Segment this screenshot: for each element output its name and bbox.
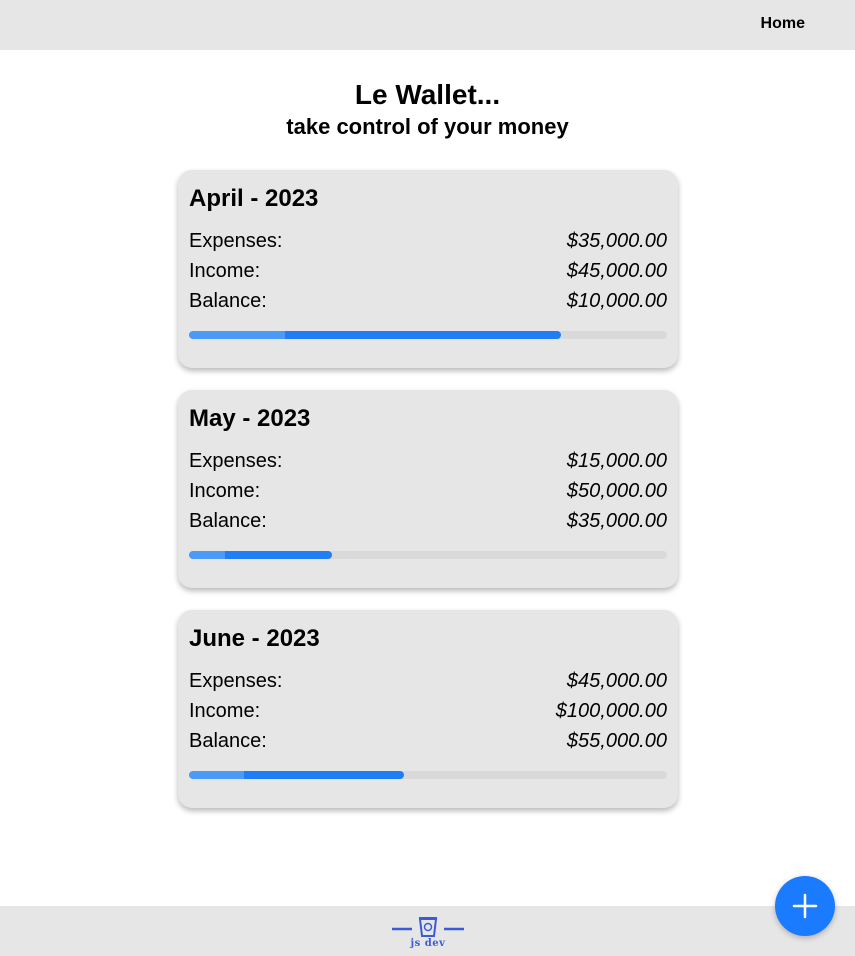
- expenses-value: $45,000.00: [566, 670, 667, 692]
- income-row: Income: $50,000.00: [189, 476, 667, 506]
- balance-value: $35,000.00: [566, 510, 667, 532]
- month-card[interactable]: June - 2023 Expenses: $45,000.00 Income:…: [178, 610, 678, 808]
- balance-row: Balance: $10,000.00: [189, 286, 667, 316]
- js-dev-logo: js dev: [392, 913, 464, 951]
- income-value: $50,000.00: [566, 480, 667, 502]
- expenses-row: Expenses: $15,000.00: [189, 446, 667, 476]
- expenses-label: Expenses:: [189, 670, 283, 692]
- income-row: Income: $45,000.00: [189, 256, 667, 286]
- balance-row: Balance: $55,000.00: [189, 726, 667, 756]
- balance-label: Balance:: [189, 290, 267, 312]
- month-card[interactable]: April - 2023 Expenses: $35,000.00 Income…: [178, 170, 678, 368]
- income-label: Income:: [189, 700, 261, 722]
- hero: Le Wallet... take control of your money: [0, 78, 855, 142]
- home-link[interactable]: Home: [761, 15, 805, 33]
- add-entry-button[interactable]: [775, 876, 835, 936]
- logo-text: js dev: [410, 938, 446, 949]
- income-value: $100,000.00: [555, 700, 667, 722]
- top-navbar: Home: [0, 0, 855, 50]
- expense-progress-bar: [189, 331, 667, 339]
- month-card-list: April - 2023 Expenses: $35,000.00 Income…: [178, 170, 678, 830]
- cup-icon: [392, 917, 464, 937]
- month-title: April - 2023: [189, 185, 319, 212]
- expenses-value: $35,000.00: [566, 230, 667, 252]
- income-row: Income: $100,000.00: [189, 696, 667, 726]
- balance-value: $10,000.00: [566, 290, 667, 312]
- income-label: Income:: [189, 480, 261, 502]
- balance-label: Balance:: [189, 510, 267, 532]
- month-title: May - 2023: [189, 405, 311, 432]
- progress-fill-highlight: [189, 771, 244, 779]
- month-card[interactable]: May - 2023 Expenses: $15,000.00 Income: …: [178, 390, 678, 588]
- expenses-value: $15,000.00: [566, 450, 667, 472]
- expenses-row: Expenses: $45,000.00: [189, 666, 667, 696]
- plus-icon: [792, 893, 818, 919]
- page-title: Le Wallet...: [354, 79, 501, 110]
- expense-progress-bar: [189, 771, 667, 779]
- progress-fill-highlight: [189, 551, 226, 559]
- balance-value: $55,000.00: [566, 730, 667, 752]
- balance-label: Balance:: [189, 730, 267, 752]
- expenses-label: Expenses:: [189, 450, 283, 472]
- expenses-row: Expenses: $35,000.00: [189, 226, 667, 256]
- progress-fill-highlight: [189, 331, 285, 339]
- balance-row: Balance: $35,000.00: [189, 506, 667, 536]
- footer: js dev: [0, 906, 855, 956]
- month-title: June - 2023: [189, 625, 320, 652]
- income-value: $45,000.00: [566, 260, 667, 282]
- expenses-label: Expenses:: [189, 230, 283, 252]
- page-subtitle: take control of your money: [286, 114, 569, 139]
- income-label: Income:: [189, 260, 261, 282]
- expense-progress-bar: [189, 551, 667, 559]
